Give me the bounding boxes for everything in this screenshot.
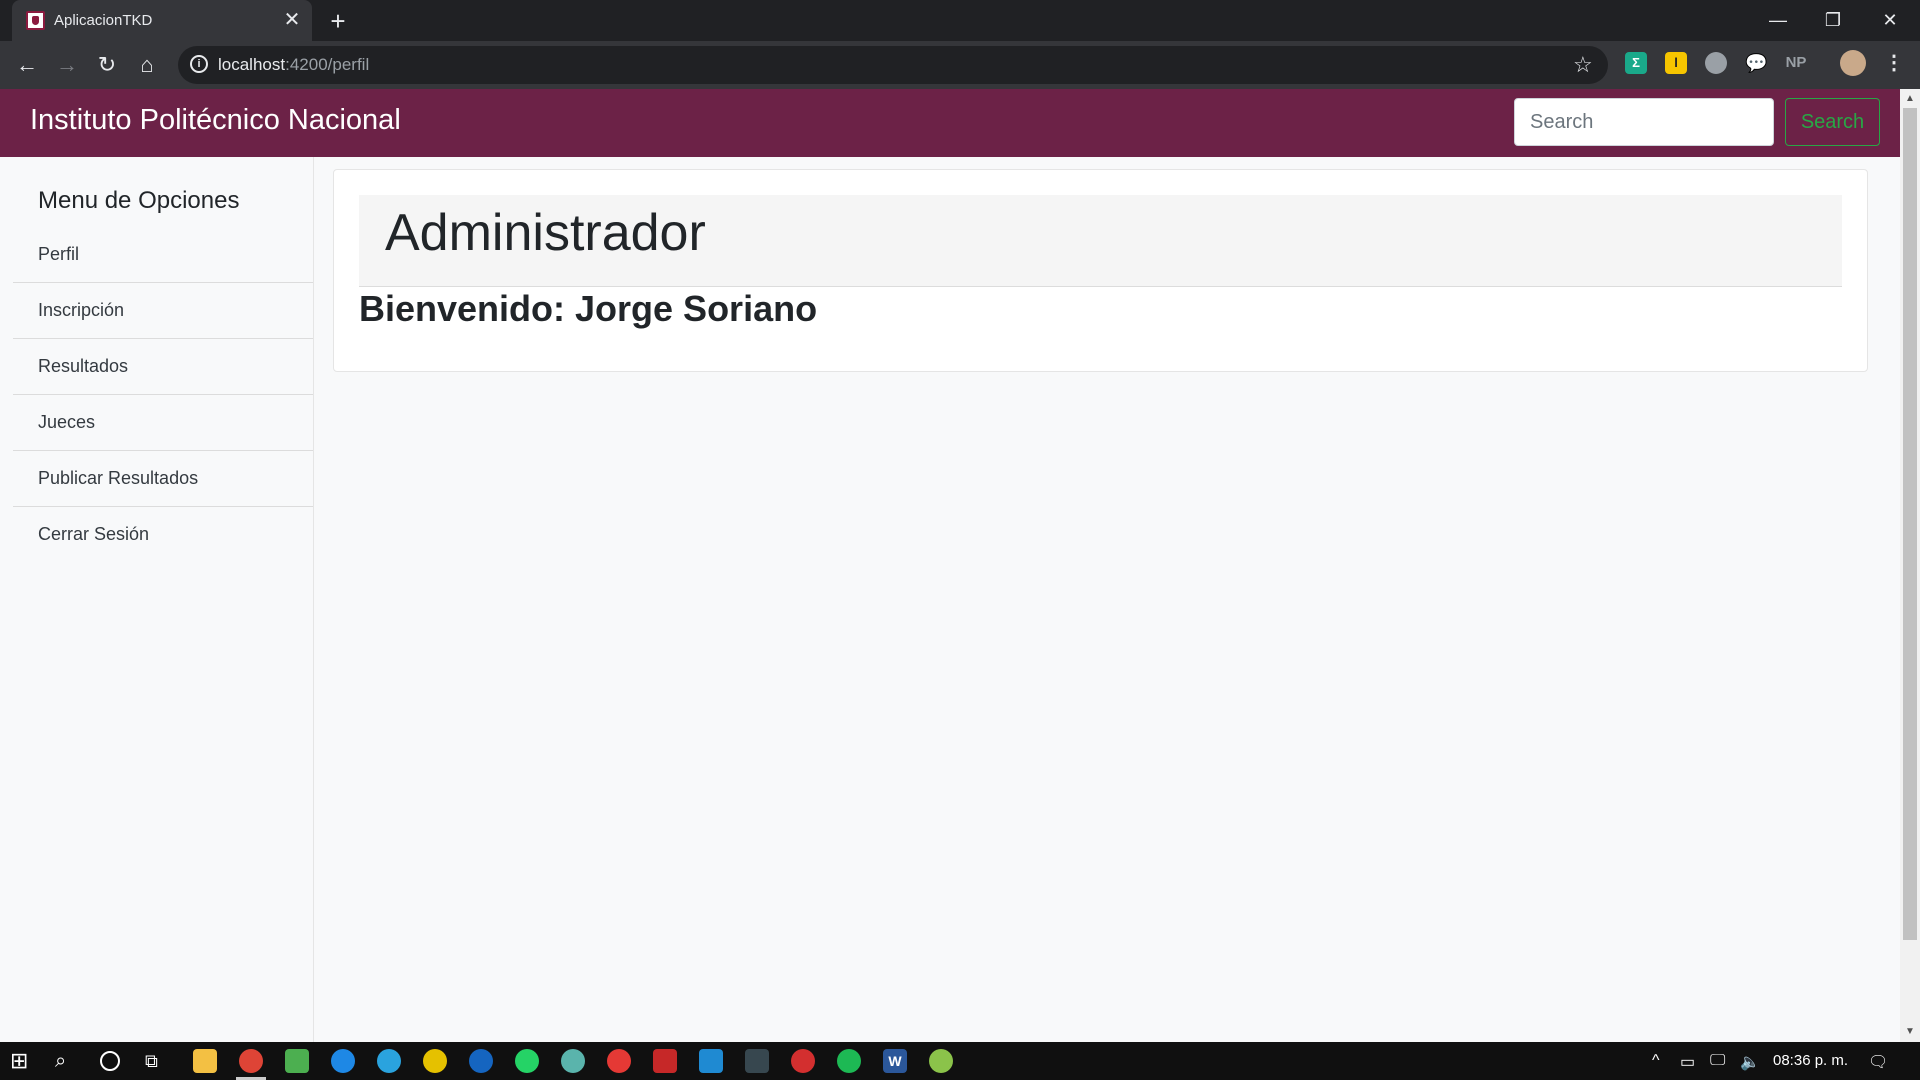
site-favicon-icon [26, 11, 45, 30]
site-info-icon[interactable]: i [190, 55, 208, 73]
back-icon[interactable]: ← [13, 51, 41, 79]
sidebar-item-perfil[interactable]: Perfil [13, 227, 313, 283]
url-path: :4200/perfil [285, 55, 370, 74]
telegram-icon[interactable] [377, 1049, 401, 1073]
tab-title: AplicacionTKD [54, 12, 153, 29]
search-button[interactable]: Search [1785, 98, 1880, 146]
app-icon-2[interactable] [561, 1049, 585, 1073]
page-title: Administrador [385, 204, 706, 262]
brand-title[interactable]: Instituto Politécnico Nacional [30, 104, 401, 137]
edge-icon[interactable] [331, 1049, 355, 1073]
cortana-icon[interactable] [100, 1051, 120, 1071]
taskbar-clock[interactable]: 08:36 p. m. [1773, 1052, 1848, 1069]
minimize-icon[interactable]: — [1758, 6, 1798, 34]
sidebar-item-resultados[interactable]: Resultados [13, 339, 313, 395]
scroll-up-icon[interactable]: ▲ [1904, 93, 1916, 105]
extension-chat-icon[interactable]: 💬 [1745, 52, 1767, 74]
vscode-icon[interactable] [699, 1049, 723, 1073]
url-text[interactable]: localhost:4200/perfil [218, 55, 369, 75]
maps-icon[interactable] [469, 1049, 493, 1073]
sidebar-item-label: Resultados [38, 356, 129, 376]
app-navbar: Instituto Politécnico Nacional Search [0, 89, 1900, 157]
chrome-taskbar-icon[interactable] [239, 1049, 263, 1073]
whatsapp-icon[interactable] [515, 1049, 539, 1073]
tray-expand-icon[interactable]: ^ [1652, 1052, 1660, 1070]
browser-tab[interactable]: AplicacionTKD ✕ [12, 0, 312, 41]
spotify-icon[interactable] [837, 1049, 861, 1073]
new-tab-icon[interactable]: + [326, 8, 350, 34]
browser-toolbar: ← → ↻ ⌂ i localhost:4200/perfil ☆ Σ l 💬 … [0, 41, 1920, 89]
browser-tab-strip: AplicacionTKD ✕ + — ❐ ✕ [0, 0, 1920, 41]
forward-icon[interactable]: → [53, 51, 81, 79]
app-icon-3[interactable] [607, 1049, 631, 1073]
network-icon[interactable]: 🖵 [1710, 1052, 1725, 1070]
restore-icon[interactable]: ❐ [1813, 6, 1853, 34]
extension-yellow-icon[interactable]: l [1665, 52, 1687, 74]
sidebar-item-inscripcion[interactable]: Inscripción [13, 283, 313, 339]
page-header: Administrador [359, 195, 1842, 287]
url-host: localhost [218, 55, 286, 74]
file-explorer-icon[interactable] [193, 1049, 217, 1073]
volume-icon[interactable]: 🔈 [1740, 1052, 1760, 1072]
reload-icon[interactable]: ↻ [93, 51, 121, 79]
sidebar-item-cerrar-sesion[interactable]: Cerrar Sesión [13, 507, 313, 563]
scroll-thumb[interactable] [1903, 108, 1917, 940]
app-icon-7[interactable] [929, 1049, 953, 1073]
page-scrollbar[interactable]: ▲ ▼ [1900, 89, 1920, 1042]
notifications-icon[interactable]: 🗨 [1868, 1052, 1888, 1072]
windows-start-icon[interactable]: ⊞ [10, 1049, 34, 1073]
os-taskbar: ⊞ ⌕ ⧉ W ^ ▭ 🖵 🔈 08:36 p. m. 🗨 [0, 1042, 1920, 1080]
app-icon-5[interactable] [745, 1049, 769, 1073]
sidebar-heading: Menu de Opciones [38, 187, 240, 214]
address-bar[interactable]: i localhost:4200/perfil ☆ [178, 46, 1608, 84]
battery-icon[interactable]: ▭ [1680, 1052, 1695, 1072]
norton-icon[interactable] [423, 1049, 447, 1073]
sidebar-item-label: Cerrar Sesión [38, 524, 150, 544]
profile-avatar[interactable] [1840, 50, 1866, 76]
sidebar-item-publicar-resultados[interactable]: Publicar Resultados [13, 451, 313, 507]
bookmark-star-icon[interactable]: ☆ [1573, 52, 1593, 78]
task-view-icon[interactable]: ⧉ [145, 1049, 169, 1073]
welcome-message: Bienvenido: Jorge Soriano [359, 288, 818, 329]
sidebar-item-jueces[interactable]: Jueces [13, 395, 313, 451]
app-icon-6[interactable] [791, 1049, 815, 1073]
app-icon-4[interactable] [653, 1049, 677, 1073]
extension-circle-icon[interactable] [1705, 52, 1727, 74]
scroll-down-icon[interactable]: ▼ [1904, 1026, 1916, 1038]
extension-np-icon[interactable]: NP [1785, 52, 1807, 74]
home-icon[interactable]: ⌂ [133, 51, 161, 79]
sidebar-item-label: Jueces [38, 412, 96, 432]
search-taskbar-icon[interactable]: ⌕ [55, 1049, 79, 1073]
sidebar-item-label: Perfil [38, 244, 80, 264]
word-icon[interactable]: W [883, 1049, 907, 1073]
sidebar: Menu de Opciones Perfil Inscripción Resu… [0, 157, 314, 1042]
close-tab-icon[interactable]: ✕ [280, 8, 304, 32]
sidebar-item-label: Publicar Resultados [38, 468, 199, 488]
extension-green-icon[interactable]: Σ [1625, 52, 1647, 74]
app-icon-1[interactable] [285, 1049, 309, 1073]
search-input[interactable] [1514, 98, 1774, 146]
sidebar-item-label: Inscripción [38, 300, 125, 320]
main-card: Administrador Bienvenido: Jorge Soriano [333, 169, 1868, 372]
browser-menu-icon[interactable]: ⋮ [1883, 52, 1905, 74]
close-window-icon[interactable]: ✕ [1870, 6, 1910, 34]
